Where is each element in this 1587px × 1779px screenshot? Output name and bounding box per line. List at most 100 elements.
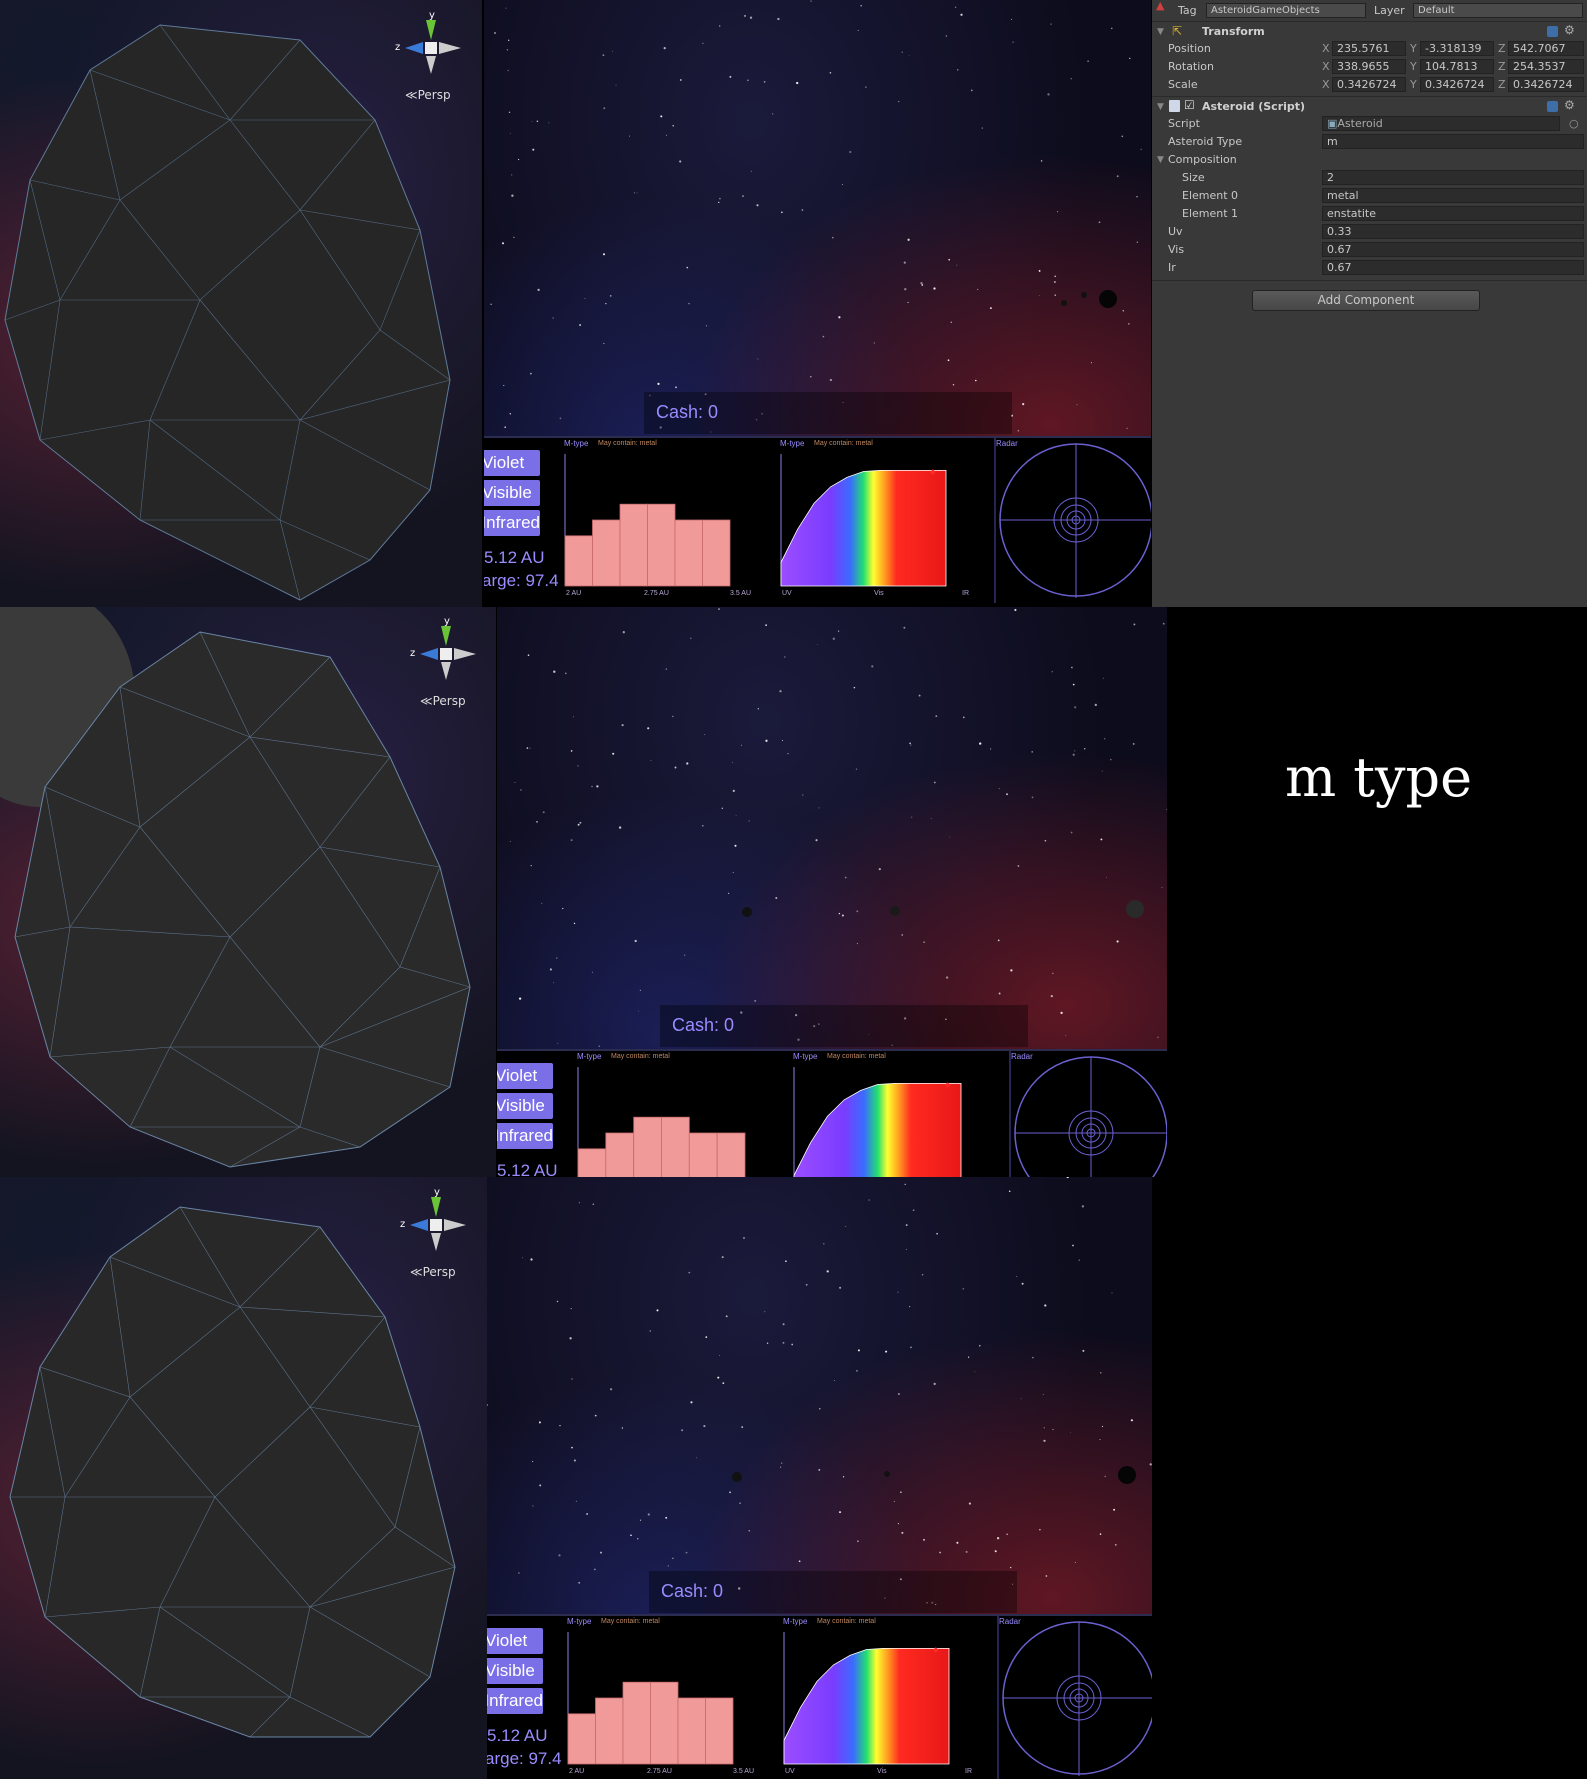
scene-orientation-gizmo[interactable]: y z ≪Persp (410, 614, 480, 714)
vis-field[interactable]: 0.67 (1322, 242, 1584, 257)
tag-dropdown[interactable]: AsteroidGameObjects (1206, 3, 1366, 18)
star (591, 971, 593, 973)
composition-row[interactable]: ▼ Composition (1152, 151, 1587, 169)
violet-filter-button[interactable]: Violet (497, 1063, 553, 1089)
reference-icon[interactable] (1547, 26, 1558, 37)
reference-icon[interactable] (1547, 101, 1558, 112)
star (819, 1407, 821, 1410)
object-picker-icon[interactable]: ○ (1569, 117, 1579, 130)
scene-orientation-gizmo[interactable]: y z ≪Persp (395, 8, 465, 108)
star (1011, 18, 1013, 20)
star (672, 1557, 674, 1560)
ir-field[interactable]: 0.67 (1322, 260, 1584, 275)
infrared-filter-button[interactable]: Infrared (497, 1123, 553, 1149)
screenshot-strip-3: y z ≪Persp Cash: 0 Violet Visible Infrar… (0, 1177, 1155, 1779)
star (531, 120, 533, 122)
rotation-x-field[interactable]: 338.9655 (1332, 59, 1406, 74)
visible-filter-button[interactable]: Visible (497, 1093, 553, 1119)
star (1047, 93, 1050, 96)
star (1116, 175, 1119, 178)
gear-icon[interactable]: ⚙ (1564, 23, 1575, 37)
star (860, 4, 863, 7)
star (994, 1550, 997, 1553)
tick-label: 2 AU (569, 1768, 585, 1775)
violet-filter-button[interactable]: Violet (487, 1628, 543, 1654)
star (556, 1300, 559, 1303)
infrared-filter-button[interactable]: Infrared (487, 1688, 543, 1714)
layer-dropdown[interactable]: Default (1413, 3, 1583, 18)
tick-label: Vis (877, 1768, 887, 1775)
star (718, 25, 721, 27)
visible-filter-button[interactable]: Visible (484, 480, 540, 506)
game-view[interactable]: Cash: 0 Violet Visible Infrared 5.12 AU … (497, 607, 1167, 1177)
scene-view[interactable]: y z ≪Persp (0, 607, 496, 1177)
collapse-triangle-icon[interactable]: ▼ (1157, 102, 1164, 112)
enabled-checkbox[interactable]: ☑ (1184, 98, 1195, 112)
star (679, 79, 682, 81)
star (1106, 876, 1108, 878)
star (1070, 831, 1073, 834)
rotation-row: Rotation X 338.9655 Y 104.7813 Z 254.3537 (1152, 58, 1587, 76)
visible-filter-button[interactable]: Visible (487, 1658, 543, 1684)
star (596, 785, 599, 788)
scene-orientation-gizmo[interactable]: y z ≪Persp (400, 1185, 470, 1285)
scene-view[interactable]: y z ≪Persp (0, 1177, 487, 1779)
star (1071, 666, 1073, 669)
star (766, 1342, 769, 1344)
persp-icon: ≪ (405, 88, 418, 102)
star (910, 744, 912, 746)
star (517, 158, 520, 161)
infrared-filter-button[interactable]: Infrared (484, 510, 540, 536)
scale-y-field[interactable]: 0.3426724 (1420, 77, 1494, 92)
game-view[interactable]: Cash: 0 Violet Visible Infrared 5.12 AU … (487, 1177, 1152, 1779)
star (844, 876, 847, 879)
star (603, 342, 605, 344)
star (1087, 60, 1089, 62)
add-component-button[interactable]: Add Component (1252, 290, 1480, 311)
star (754, 999, 757, 1002)
asteroid-script-header[interactable]: ▼ ☑ Asteroid (Script) ⚙ (1152, 96, 1587, 116)
star (727, 892, 730, 895)
uv-row: Uv 0.33 (1152, 223, 1587, 241)
position-z-field[interactable]: 542.7067 (1508, 41, 1584, 56)
star (1044, 839, 1047, 842)
element0-field[interactable]: metal (1322, 188, 1584, 203)
transform-header[interactable]: ▼ ⇱ Transform ⚙ (1152, 21, 1587, 41)
star (1101, 1425, 1104, 1428)
star (508, 39, 510, 41)
element1-field[interactable]: enstatite (1322, 206, 1584, 221)
asteroid-type-field[interactable]: m (1322, 134, 1584, 149)
position-y-field[interactable]: -3.318139 (1420, 41, 1494, 56)
star (1162, 622, 1165, 625)
star (594, 1414, 597, 1417)
star (743, 14, 747, 17)
star (598, 1045, 600, 1047)
star (603, 107, 606, 110)
scale-z-field[interactable]: 0.3426724 (1508, 77, 1584, 92)
distance-readout: 5.12 AU (484, 548, 545, 567)
scene-view[interactable]: y z ≪Persp (0, 0, 482, 607)
uv-field[interactable]: 0.33 (1322, 224, 1584, 239)
violet-filter-button[interactable]: Violet (484, 450, 540, 476)
star (564, 672, 567, 675)
star (989, 748, 992, 750)
spectrum-area (780, 470, 947, 587)
star (719, 197, 721, 200)
star (553, 982, 555, 984)
star (562, 907, 564, 910)
star (665, 134, 668, 136)
game-view[interactable]: Cash: 0 Violet Visible Infrared 5.12 AU … (484, 0, 1151, 607)
size-field[interactable]: 2 (1322, 170, 1584, 185)
histogram-bar (564, 535, 593, 587)
script-field[interactable]: ▣Asteroid (1322, 116, 1560, 131)
rotation-z-field[interactable]: 254.3537 (1508, 59, 1584, 74)
gear-icon[interactable]: ⚙ (1564, 98, 1575, 112)
collapse-triangle-icon[interactable]: ▼ (1157, 27, 1164, 37)
star (542, 811, 545, 814)
star (1040, 160, 1043, 162)
star (1074, 750, 1076, 752)
scale-x-field[interactable]: 0.3426724 (1332, 77, 1406, 92)
star (787, 752, 789, 755)
rotation-y-field[interactable]: 104.7813 (1420, 59, 1494, 74)
position-x-field[interactable]: 235.5761 (1332, 41, 1406, 56)
